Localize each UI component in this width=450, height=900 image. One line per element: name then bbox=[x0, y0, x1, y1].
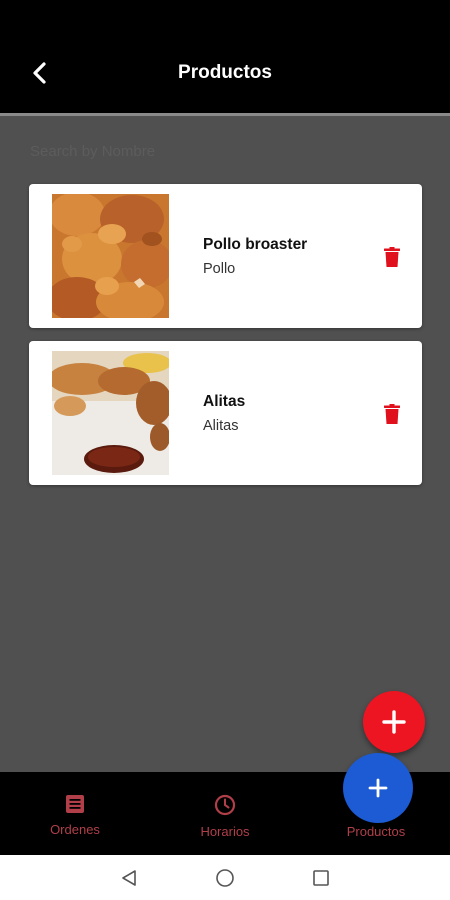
nav-label: Horarios bbox=[200, 824, 250, 839]
product-card[interactable]: Pollo broaster Pollo bbox=[29, 184, 422, 328]
system-recents-button[interactable] bbox=[310, 867, 332, 889]
back-triangle-icon bbox=[122, 870, 136, 886]
nav-label: Productos bbox=[346, 824, 406, 839]
product-category: Alitas bbox=[203, 418, 239, 434]
search-input[interactable] bbox=[30, 138, 420, 164]
app-bar: Productos bbox=[0, 0, 450, 113]
delete-button[interactable] bbox=[381, 402, 403, 426]
system-back-button[interactable] bbox=[118, 867, 140, 889]
product-category: Pollo bbox=[203, 261, 236, 277]
nav-item-horarios[interactable]: Horarios bbox=[170, 794, 280, 839]
divider bbox=[0, 113, 450, 116]
trash-icon bbox=[384, 404, 400, 424]
home-circle-icon bbox=[216, 869, 234, 887]
plus-icon bbox=[368, 778, 388, 798]
page-title: Productos bbox=[178, 62, 272, 83]
list-icon bbox=[66, 795, 84, 813]
system-home-button[interactable] bbox=[214, 867, 236, 889]
nav-label: Ordenes bbox=[50, 822, 100, 837]
product-card[interactable]: Alitas Alitas bbox=[29, 341, 422, 485]
system-navigation-bar bbox=[0, 855, 450, 900]
add-button[interactable] bbox=[343, 753, 413, 823]
trash-icon bbox=[384, 247, 400, 267]
plus-icon bbox=[382, 710, 406, 734]
recents-square-icon bbox=[313, 870, 329, 886]
nav-item-ordenes[interactable]: Ordenes bbox=[20, 794, 130, 837]
product-name: Pollo broaster bbox=[203, 236, 308, 253]
product-image-chicken-wings bbox=[52, 351, 169, 475]
add-product-button[interactable] bbox=[363, 691, 425, 753]
product-name: Alitas bbox=[203, 393, 246, 410]
product-image-fried-chicken bbox=[52, 194, 169, 318]
clock-icon bbox=[214, 794, 236, 816]
delete-button[interactable] bbox=[381, 245, 403, 269]
